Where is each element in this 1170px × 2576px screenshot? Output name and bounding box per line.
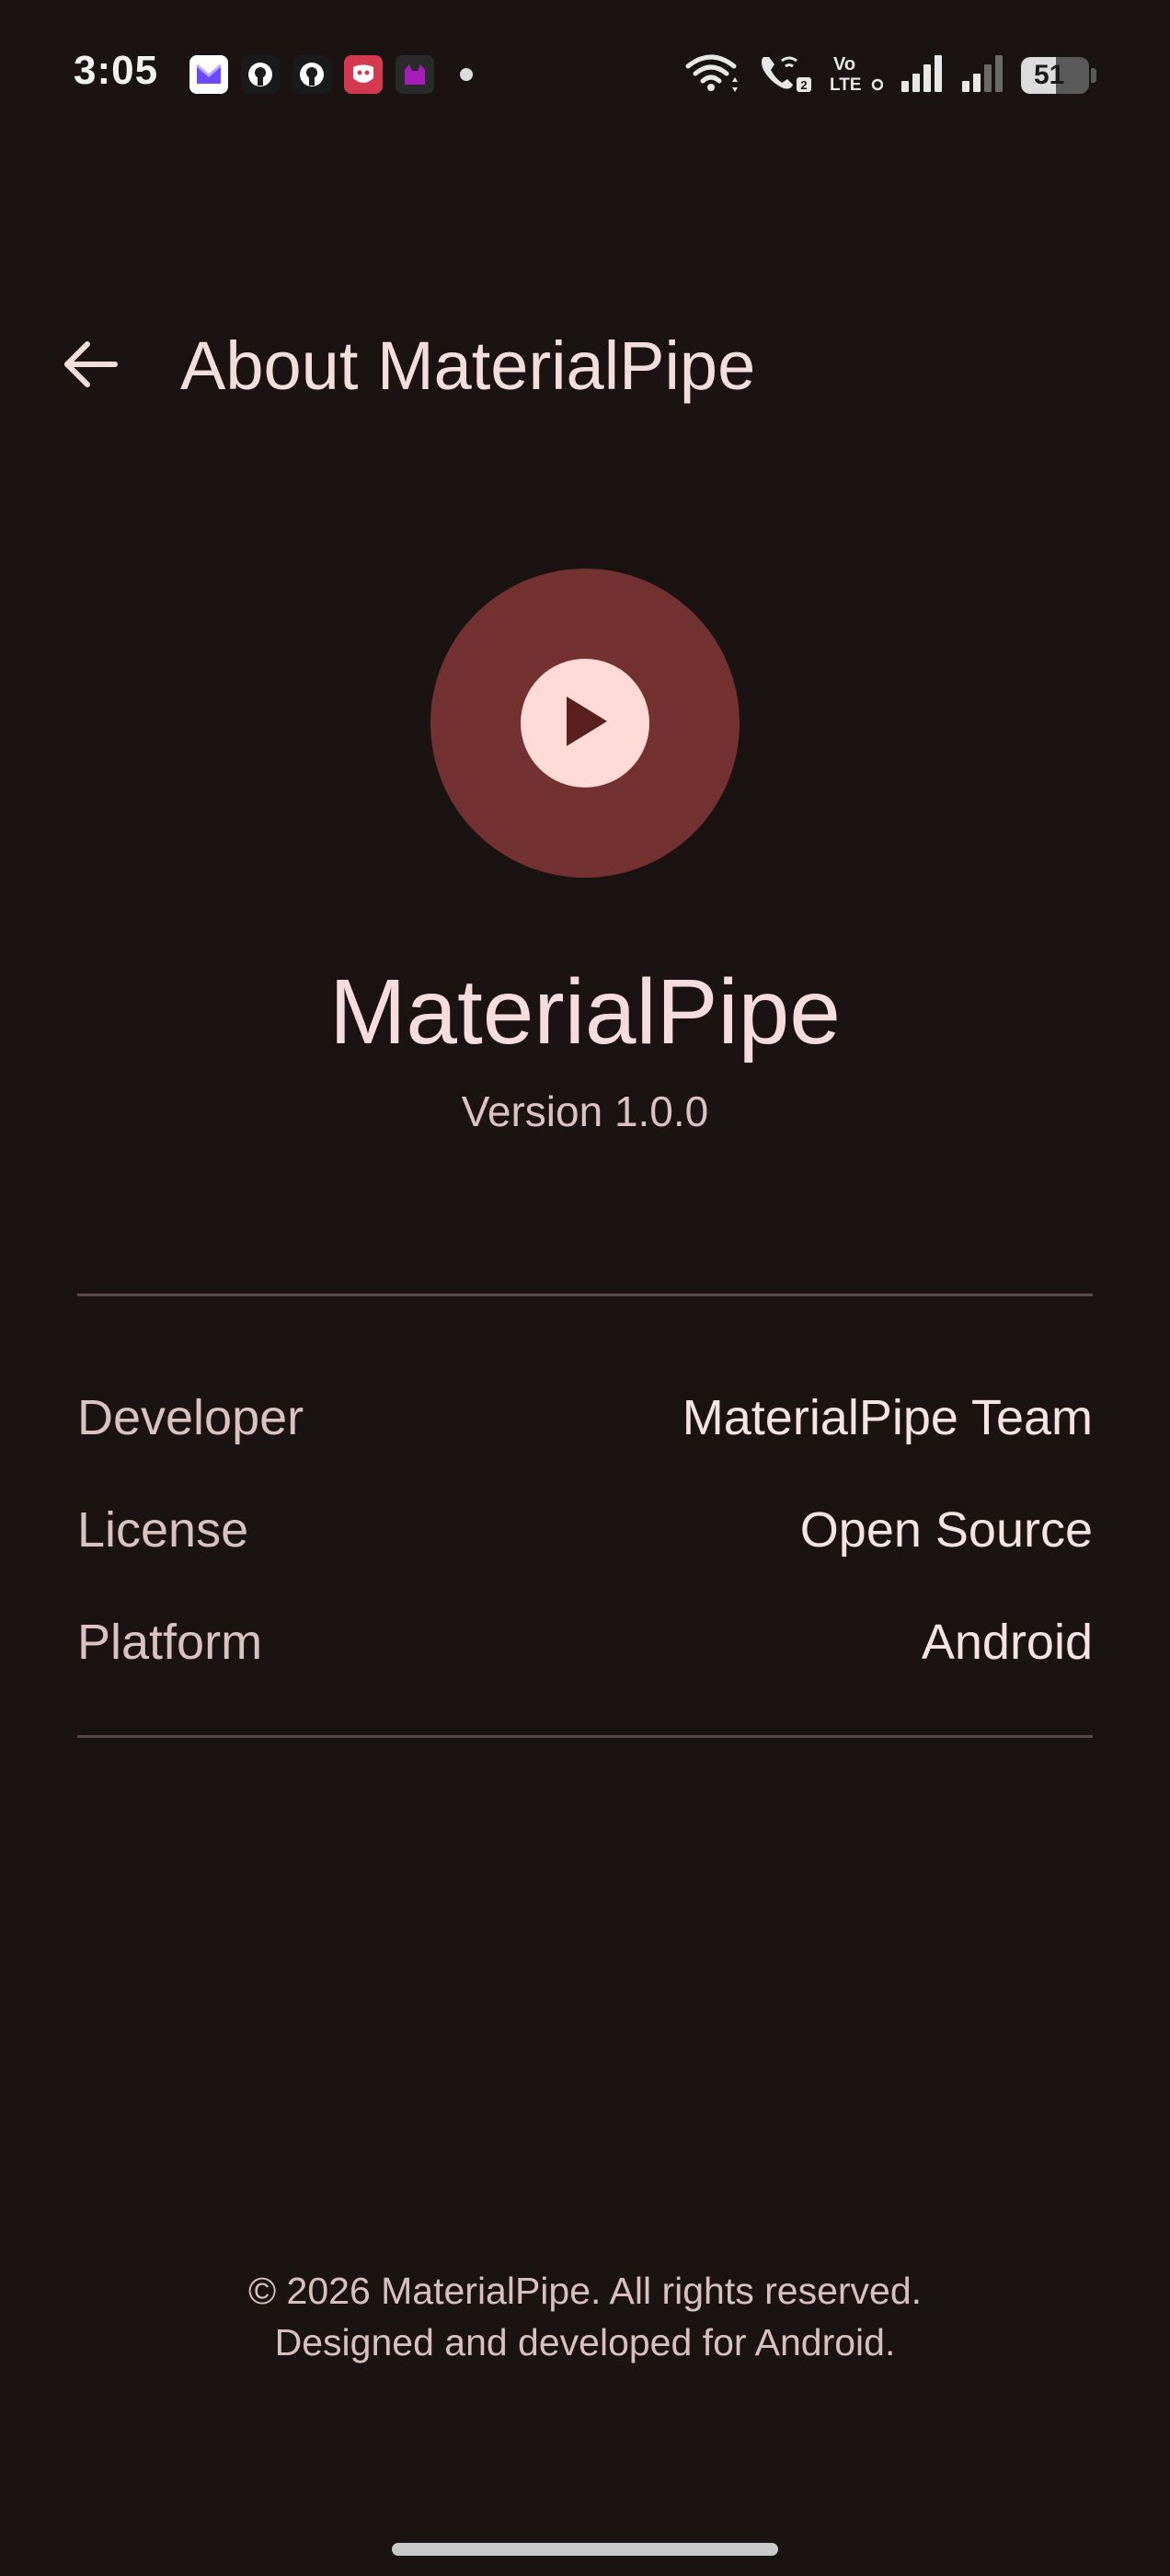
footer-tagline: Designed and developed for Android. — [274, 2321, 896, 2363]
svg-text:LTE: LTE — [830, 75, 861, 94]
volte-icon: Vo LTE — [830, 52, 884, 98]
app-logo — [430, 569, 740, 878]
top-app-bar: About MaterialPipe — [0, 304, 1170, 423]
detail-value: MaterialPipe Team — [682, 1390, 1093, 1445]
detail-label: License — [77, 1502, 249, 1558]
detail-value: Open Source — [799, 1502, 1093, 1558]
battery-cap — [1091, 67, 1096, 83]
svg-text:2: 2 — [800, 78, 807, 92]
proton-mail-icon — [189, 55, 228, 94]
wifi-icon — [684, 52, 741, 98]
signal-sim1-icon — [900, 52, 944, 98]
divider-bottom — [77, 1735, 1093, 1738]
battery-icon: 51 — [1021, 56, 1089, 94]
page-title: About MaterialPipe — [180, 328, 756, 404]
logo-inner-circle — [521, 659, 649, 788]
detail-row-developer: Developer MaterialPipe Team — [77, 1362, 1093, 1474]
detail-row-license: License Open Source — [77, 1474, 1093, 1586]
back-button[interactable] — [46, 322, 134, 410]
notification-icons — [189, 55, 473, 94]
more-notifications-dot — [460, 68, 473, 81]
github-icon — [292, 55, 331, 94]
app-red-icon — [344, 55, 383, 94]
detail-row-platform: Platform Android — [77, 1586, 1093, 1698]
battery-level: 51 — [1034, 59, 1065, 90]
arrow-back-icon — [62, 339, 119, 395]
details-list: Developer MaterialPipe Team License Open… — [77, 1362, 1093, 1698]
footer: © 2026 MaterialPipe. All rights reserved… — [0, 2265, 1170, 2368]
status-time: 3:05 — [74, 48, 159, 93]
status-indicators: 2 Vo LTE 51 — [684, 52, 1096, 98]
play-icon — [557, 691, 613, 756]
detail-label: Platform — [77, 1615, 263, 1670]
footer-copyright: © 2026 MaterialPipe. All rights reserved… — [247, 2270, 923, 2312]
app-name: MaterialPipe — [329, 960, 841, 1064]
app-version: Version 1.0.0 — [461, 1087, 709, 1135]
divider-top — [77, 1294, 1093, 1296]
wifi-calling-icon: 2 — [758, 52, 813, 98]
svg-text:Vo: Vo — [833, 54, 855, 75]
signal-sim2-icon — [960, 52, 1004, 98]
home-indicator[interactable] — [392, 2543, 778, 2556]
app-purple-icon — [396, 55, 434, 94]
detail-label: Developer — [77, 1390, 304, 1445]
detail-value: Android — [921, 1615, 1093, 1670]
github-icon — [241, 55, 280, 94]
status-bar: 3:05 2 Vo LTE 51 — [0, 0, 1170, 147]
